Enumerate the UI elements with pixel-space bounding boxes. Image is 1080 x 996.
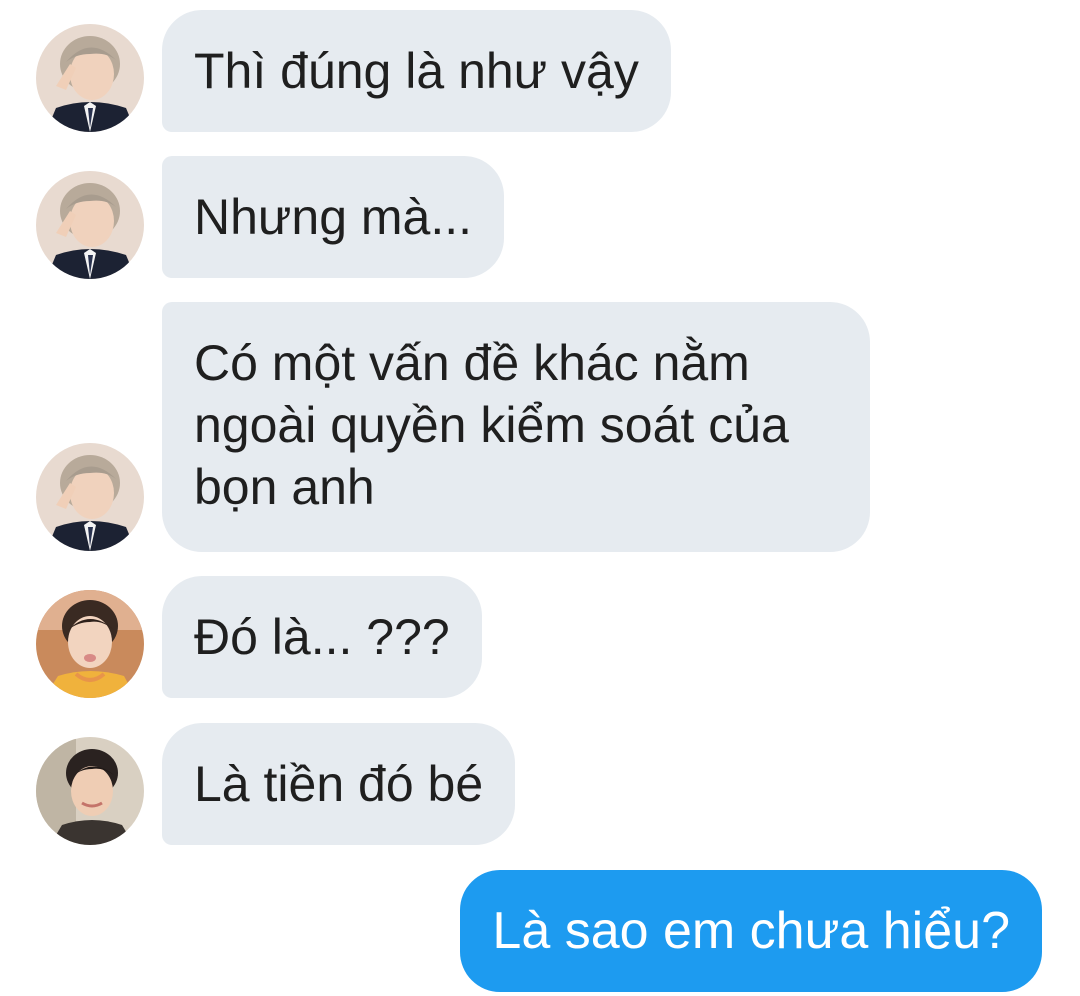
- incoming-message[interactable]: Thì đúng là như vậy: [162, 10, 671, 132]
- avatar-image: [36, 171, 144, 279]
- avatar-image: [36, 590, 144, 698]
- incoming-message[interactable]: Có một vấn đề khác nằm ngoài quyền kiểm …: [162, 302, 870, 552]
- avatar[interactable]: [36, 171, 144, 279]
- avatar-image: [36, 443, 144, 551]
- avatar-image: [36, 24, 144, 132]
- avatar[interactable]: [36, 24, 144, 132]
- incoming-message[interactable]: Đó là... ???: [162, 576, 482, 698]
- outgoing-message[interactable]: Là sao em chưa hiểu?: [460, 870, 1042, 992]
- avatar[interactable]: [36, 737, 144, 845]
- avatar-image: [36, 737, 144, 845]
- avatar[interactable]: [36, 443, 144, 551]
- avatar[interactable]: [36, 590, 144, 698]
- incoming-message[interactable]: Nhưng mà...: [162, 156, 505, 278]
- incoming-message[interactable]: Là tiền đó bé: [162, 723, 516, 845]
